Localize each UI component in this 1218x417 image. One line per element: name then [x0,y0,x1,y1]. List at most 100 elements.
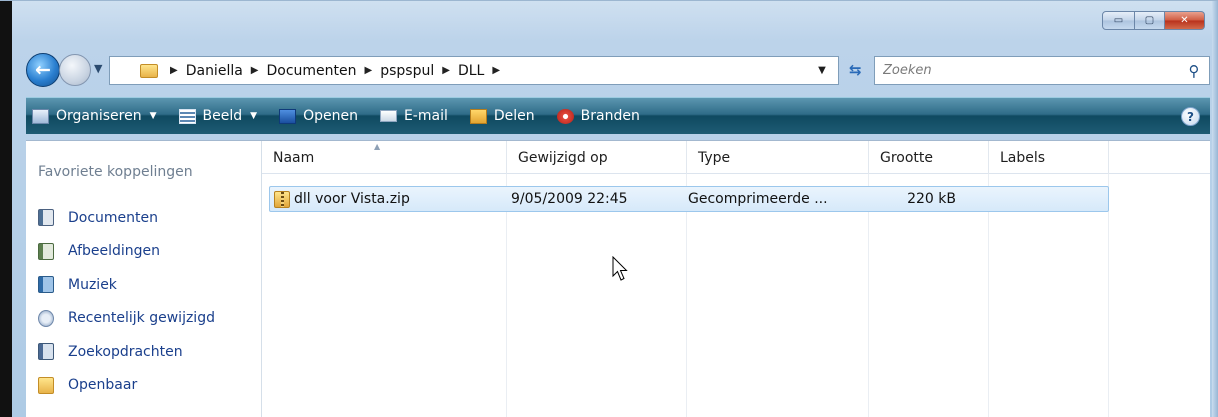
minimize-button[interactable]: ▭ [1102,11,1135,30]
forward-button[interactable] [59,54,91,86]
file-list-pane: Naam ▲ Gewijzigd op Type Grootte Labels [262,141,1210,417]
pictures-icon [38,242,54,260]
breadcrumb-item[interactable]: DLL [458,63,484,79]
help-icon[interactable]: ? [1181,107,1200,126]
organize-icon [32,108,49,124]
open-label: Openen [303,108,358,124]
share-label: Delen [493,108,535,124]
burn-icon [556,108,574,124]
sort-ascending-icon: ▲ [374,142,381,151]
views-button[interactable]: Beeld ▼ [178,108,258,124]
sidebar-item-documents[interactable]: Documenten [38,201,215,235]
chevron-down-icon: ▼ [94,62,103,75]
file-name: dll voor Vista.zip [294,191,410,207]
sidebar-item-public[interactable]: Openbaar [38,369,215,403]
breadcrumb-item[interactable]: Documenten [267,63,357,79]
organize-button[interactable]: Organiseren ▼ [32,108,157,124]
zip-file-icon [274,190,290,208]
column-header-labels[interactable]: Labels [989,141,1109,174]
organize-label: Organiseren [56,108,142,124]
burn-button[interactable]: Branden [556,108,640,124]
chevron-down-icon: ▼ [149,111,157,121]
mouse-cursor-icon [612,256,628,281]
column-divider [1108,141,1109,417]
sidebar-item-label: Muziek [68,276,117,293]
email-button[interactable]: E-mail [379,108,448,124]
breadcrumb-separator-icon[interactable]: ▶ [251,65,259,76]
navigation-pane: Favoriete koppelingen Documenten Afbeeld… [26,141,262,417]
breadcrumb: ▶ Daniella ▶ Documenten ▶ pspspul ▶ DLL … [162,63,508,79]
sidebar-item-music[interactable]: Muziek [38,268,215,302]
sidebar-item-label: Afbeeldingen [68,243,161,260]
window-right-border [1212,1,1218,417]
search-input[interactable] [883,63,1179,78]
sidebar-item-label: Openbaar [68,377,138,394]
caption-buttons: ▭ ▢ ✕ [1102,11,1205,30]
column-header-label: Grootte [880,149,934,166]
column-headers: Naam ▲ Gewijzigd op Type Grootte Labels [262,141,1210,174]
favorite-links-list: Documenten Afbeeldingen Muziek Recenteli… [38,201,215,402]
open-button[interactable]: Openen [279,108,358,124]
sidebar-item-label: Documenten [68,209,159,226]
close-button[interactable]: ✕ [1165,11,1205,30]
column-header-size[interactable]: Grootte [869,141,989,174]
views-icon [178,108,196,124]
column-header-type[interactable]: Type [687,141,869,174]
breadcrumb-separator-icon[interactable]: ▶ [170,65,178,76]
column-header-label: Gewijzigd op [518,149,608,166]
recent-pages-dropdown[interactable]: ▼ [94,62,102,75]
column-divider [506,141,507,417]
open-icon [279,108,297,124]
searches-icon [38,343,54,361]
email-label: E-mail [403,108,448,124]
sidebar-item-recent[interactable]: Recentelijk gewijzigd [38,302,215,336]
file-size: 220 kB [907,191,956,207]
column-divider [686,141,687,417]
share-button[interactable]: Delen [469,108,535,124]
folder-icon [140,63,158,78]
breadcrumb-item[interactable]: pspspul [380,63,434,79]
file-type: Gecomprimeerde ... [688,191,828,207]
sidebar-item-label: Recentelijk gewijzigd [68,310,215,327]
column-divider [868,141,869,417]
search-icon[interactable]: ⚲ [1179,62,1209,80]
sidebar-item-label: Zoekopdrachten [68,343,183,360]
search-box[interactable]: ⚲ [874,56,1210,85]
left-black-border [0,1,12,417]
column-header-modified[interactable]: Gewijzigd op [507,141,687,174]
breadcrumb-separator-icon[interactable]: ▶ [442,65,450,76]
refresh-icon: ⇆ [849,61,862,79]
address-history-dropdown[interactable]: ▼ [806,57,838,84]
maximize-button[interactable]: ▢ [1135,11,1165,30]
column-header-label: Naam [273,149,315,166]
navigation-bar: ← ▼ ▶ Daniella ▶ Documenten ▶ pspspul ▶ … [26,53,1210,87]
public-folder-icon [38,376,54,394]
music-icon [38,276,54,294]
email-icon [379,110,397,122]
column-header-name[interactable]: Naam ▲ [262,141,507,174]
explorer-window: ▭ ▢ ✕ ← ▼ ▶ Daniella ▶ Documenten ▶ psps… [0,0,1218,417]
back-arrow-icon: ← [35,59,51,81]
recent-icon [38,309,54,327]
burn-label: Branden [580,108,640,124]
file-row[interactable]: dll voor Vista.zip 9/05/2009 22:45 Gecom… [269,186,1109,212]
breadcrumb-separator-icon[interactable]: ▶ [365,65,373,76]
column-divider [988,141,989,417]
views-label: Beeld [202,108,243,124]
file-modified: 9/05/2009 22:45 [511,191,628,207]
favorite-links-title: Favoriete koppelingen [38,164,193,180]
column-header-label: Labels [1000,149,1046,166]
address-bar[interactable]: ▶ Daniella ▶ Documenten ▶ pspspul ▶ DLL … [109,56,839,85]
breadcrumb-item[interactable]: Daniella [186,63,243,79]
column-header-label: Type [698,149,731,166]
chevron-down-icon: ▼ [818,65,826,76]
sidebar-item-searches[interactable]: Zoekopdrachten [38,335,215,369]
back-button[interactable]: ← [26,53,60,87]
sidebar-item-pictures[interactable]: Afbeeldingen [38,235,215,269]
share-icon [469,108,487,124]
command-bar: Organiseren ▼ Beeld ▼ Openen E-mail Dele… [26,97,1210,134]
documents-icon [38,209,54,227]
breadcrumb-separator-icon[interactable]: ▶ [492,65,500,76]
chevron-down-icon: ▼ [250,111,258,121]
refresh-button[interactable]: ⇆ [849,61,862,79]
